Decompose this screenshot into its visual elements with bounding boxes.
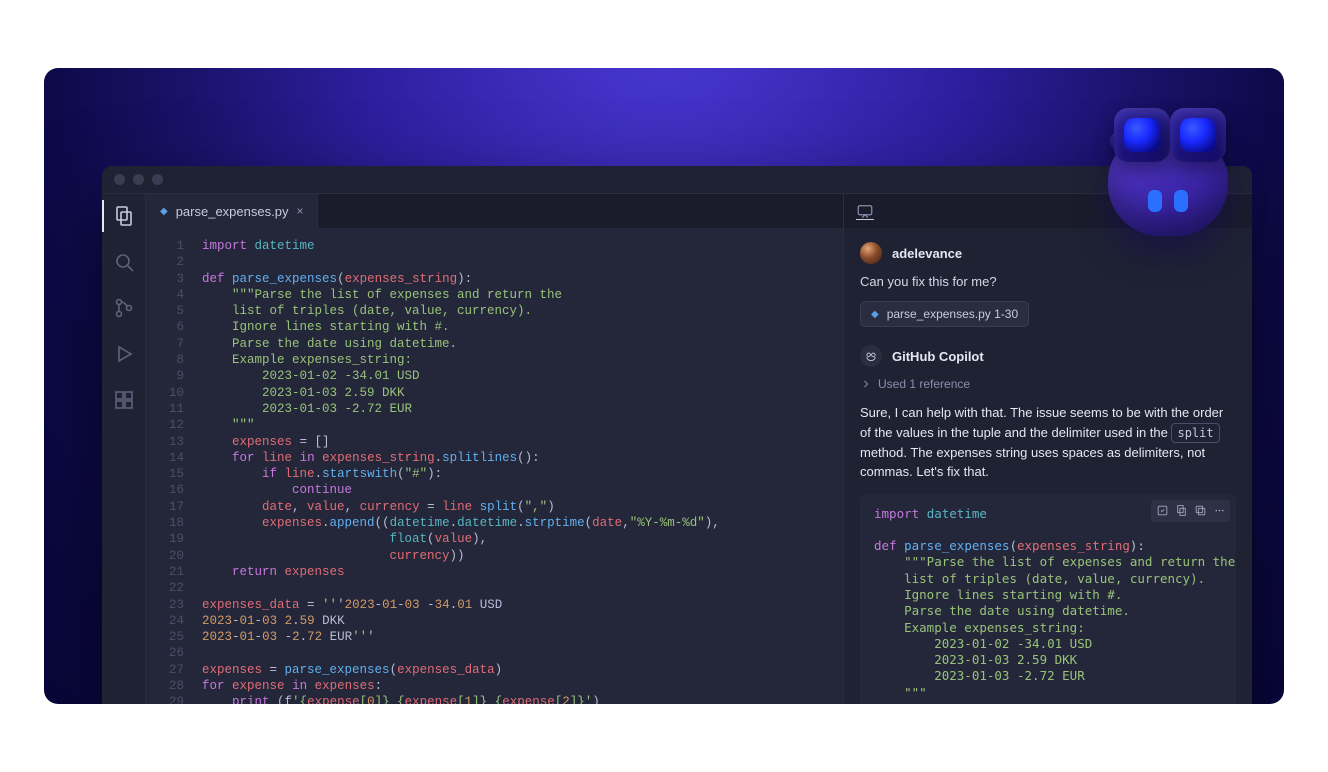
- copilot-reply: Sure, I can help with that. The issue se…: [860, 403, 1236, 482]
- code-snippet: import datetime def parse_expenses(expen…: [860, 494, 1236, 705]
- chat-tab-icon[interactable]: [856, 202, 874, 220]
- copilot-name: GitHub Copilot: [892, 349, 984, 364]
- more-icon[interactable]: [1210, 502, 1228, 520]
- snippet-toolbar: [1151, 500, 1230, 522]
- traffic-light-min[interactable]: [133, 174, 144, 185]
- editor-column: ◆ parse_expenses.py × 123456789101112131…: [146, 194, 844, 704]
- extensions-icon[interactable]: [112, 388, 136, 412]
- traffic-light-max[interactable]: [152, 174, 163, 185]
- insert-icon[interactable]: [1172, 502, 1190, 520]
- tab-close-icon[interactable]: ×: [296, 204, 303, 218]
- tab-filename: parse_expenses.py: [176, 204, 289, 219]
- snippet-content[interactable]: import datetime def parse_expenses(expen…: [860, 494, 1236, 705]
- chat-copilot-header: GitHub Copilot: [860, 345, 1236, 367]
- explorer-icon[interactable]: [112, 204, 136, 228]
- editor-tabbar: ◆ parse_expenses.py ×: [146, 194, 843, 228]
- apply-edit-icon[interactable]: [1153, 502, 1171, 520]
- file-type-icon: ◆: [871, 309, 879, 320]
- used-reference-label: Used 1 reference: [878, 377, 970, 391]
- chat-username: adelevance: [892, 246, 962, 261]
- copilot-icon: [860, 345, 882, 367]
- inline-code: split: [1171, 423, 1219, 443]
- editor-window: ◆ parse_expenses.py × 123456789101112131…: [102, 166, 1252, 704]
- copilot-mascot: [1090, 96, 1250, 246]
- used-reference-toggle[interactable]: Used 1 reference: [860, 377, 1236, 391]
- file-type-icon: ◆: [160, 206, 168, 217]
- activity-bar: [102, 194, 146, 704]
- chat-user-message: Can you fix this for me?: [860, 274, 1236, 289]
- traffic-light-close[interactable]: [114, 174, 125, 185]
- tab-parse-expenses[interactable]: ◆ parse_expenses.py ×: [146, 194, 318, 228]
- run-debug-icon[interactable]: [112, 342, 136, 366]
- line-gutter: 1234567891011121314151617181920212223242…: [146, 228, 198, 704]
- reference-chip-label: parse_expenses.py 1-30: [887, 307, 1018, 321]
- copy-icon[interactable]: [1191, 502, 1209, 520]
- promo-background: ◆ parse_expenses.py × 123456789101112131…: [44, 68, 1284, 704]
- copilot-chat-panel: adelevance Can you fix this for me? ◆ pa…: [844, 194, 1252, 704]
- code-content[interactable]: import datetimedef parse_expenses(expens…: [198, 228, 720, 704]
- source-control-icon[interactable]: [112, 296, 136, 320]
- avatar: [860, 242, 882, 264]
- window-titlebar[interactable]: [102, 166, 1252, 194]
- reference-chip[interactable]: ◆ parse_expenses.py 1-30: [860, 301, 1029, 327]
- search-icon[interactable]: [112, 250, 136, 274]
- code-editor[interactable]: 1234567891011121314151617181920212223242…: [146, 228, 843, 704]
